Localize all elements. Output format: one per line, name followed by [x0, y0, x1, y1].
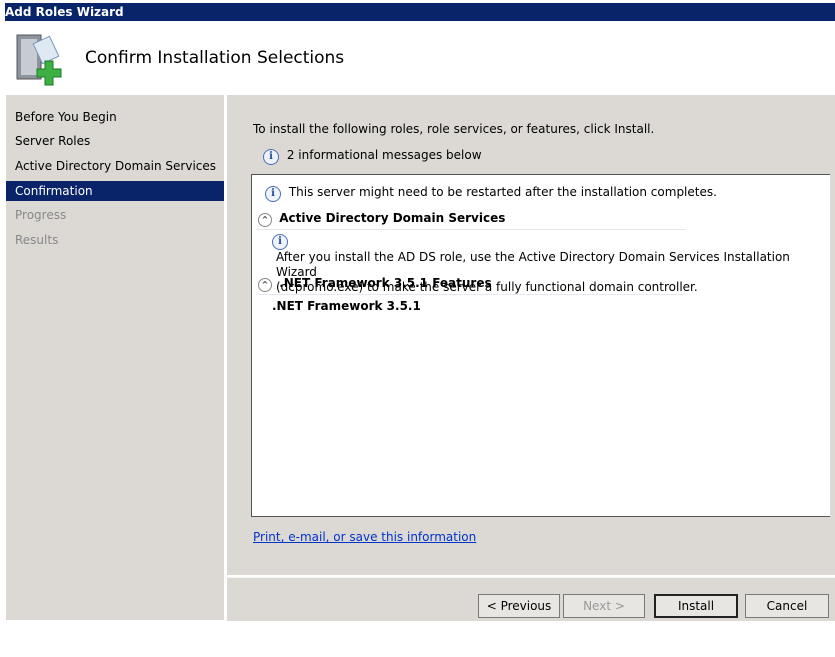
net-framework-item: .NET Framework 3.5.1	[272, 299, 421, 313]
server-add-icon	[16, 34, 62, 86]
install-button[interactable]: Install	[654, 594, 738, 618]
step-results: Results	[15, 233, 59, 247]
info-count-text: 2 informational messages below	[286, 148, 482, 162]
step-progress: Progress	[15, 208, 67, 222]
title-bar: Add Roles Wizard	[5, 3, 835, 21]
section-net-framework[interactable]: ^ .NET Framework 3.5.1 Features	[258, 276, 492, 292]
page-title: Confirm Installation Selections	[85, 48, 345, 68]
step-server-roles[interactable]: Server Roles	[6, 131, 224, 151]
print-save-link[interactable]: Print, e-mail, or save this information	[253, 530, 476, 544]
info-icon: i	[263, 149, 279, 165]
instruction-text: To install the following roles, role ser…	[253, 122, 655, 136]
restart-note: i This server might need to be restarted…	[265, 185, 717, 202]
cancel-button[interactable]: Cancel	[745, 594, 829, 618]
step-ad-ds[interactable]: Active Directory Domain Services	[6, 156, 224, 176]
collapse-chevron-icon[interactable]: ^	[258, 278, 272, 292]
info-icon: i	[272, 234, 288, 250]
step-before-you-begin[interactable]: Before You Begin	[6, 107, 224, 127]
section-ad-ds[interactable]: ^ Active Directory Domain Services	[258, 211, 505, 227]
next-button: Next >	[563, 594, 645, 618]
wizard-steps-sidebar: Before You Begin Server Roles Active Dir…	[6, 95, 224, 620]
previous-button[interactable]: < Previous	[478, 594, 560, 618]
selections-list[interactable]: i This server might need to be restarted…	[251, 174, 830, 517]
info-icon: i	[265, 186, 281, 202]
collapse-chevron-icon[interactable]: ^	[258, 213, 272, 227]
step-confirmation[interactable]: Confirmation	[6, 181, 224, 201]
info-summary: i 2 informational messages below	[263, 148, 482, 165]
